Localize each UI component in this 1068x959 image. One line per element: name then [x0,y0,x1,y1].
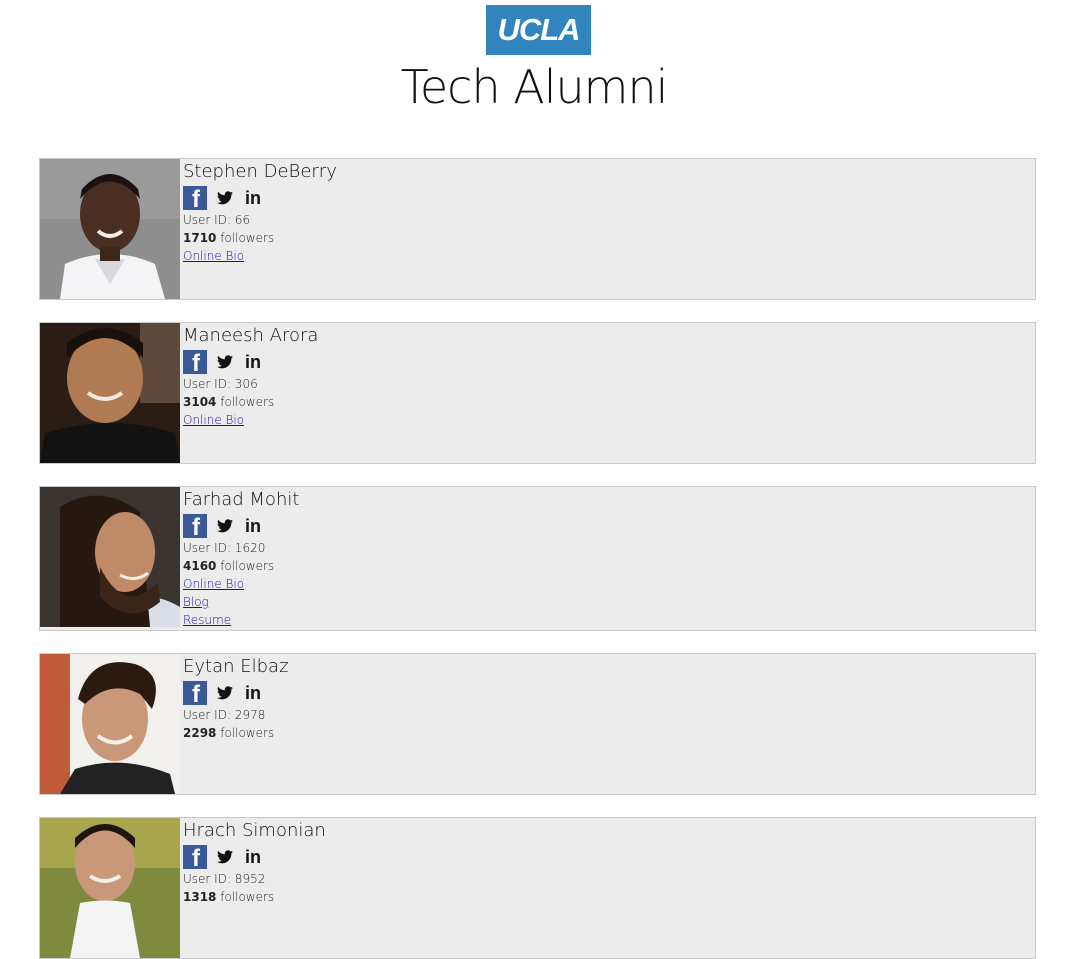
online-bio-link[interactable]: Online Bio [183,575,299,593]
facebook-icon[interactable]: f [183,681,207,705]
profile-photo [40,323,180,463]
linkedin-icon[interactable]: in [245,516,261,537]
followers-label: followers [216,726,275,740]
followers: 3104 followers [183,393,318,411]
profile-name: Eytan Elbaz [183,656,289,677]
followers-count: 1318 [183,890,217,904]
followers-label: followers [216,395,275,409]
page-title: Tech Alumni [400,60,669,114]
social-links: f in [183,513,299,539]
profile-card: Eytan Elbaz f in User ID: 2978 2298 foll… [39,653,1036,795]
twitter-icon[interactable] [217,686,233,700]
profile-photo [40,159,180,299]
followers: 1318 followers [183,888,326,906]
followers-count: 2298 [183,726,217,740]
followers: 4160 followers [183,557,299,575]
profile-photo [40,818,180,958]
facebook-icon[interactable]: f [183,845,207,869]
twitter-icon[interactable] [217,191,233,205]
followers-label: followers [216,890,275,904]
social-links: f in [183,185,337,211]
profile-card: Maneesh Arora f in User ID: 306 3104 fol… [39,322,1036,464]
followers-label: followers [216,231,275,245]
followers-count: 1710 [183,231,217,245]
online-bio-link[interactable]: Online Bio [183,411,318,429]
user-id: User ID: 66 [183,213,251,227]
linkedin-icon[interactable]: in [245,352,261,373]
twitter-icon[interactable] [217,519,233,533]
followers-count: 4160 [183,559,217,573]
ucla-logo[interactable]: UCLA [486,5,591,55]
profile-photo [40,487,180,627]
profile-name: Stephen DeBerry [183,161,337,182]
followers: 1710 followers [183,229,337,247]
followers: 2298 followers [183,724,289,742]
linkedin-icon[interactable]: in [245,188,261,209]
twitter-icon[interactable] [217,850,233,864]
followers-label: followers [216,559,275,573]
user-id: User ID: 8952 [183,872,266,886]
social-links: f in [183,680,289,706]
blog-link[interactable]: Blog [183,593,299,611]
facebook-icon[interactable]: f [183,186,207,210]
social-links: f in [183,844,326,870]
profile-name: Hrach Simonian [183,820,326,841]
profile-name: Farhad Mohit [183,489,300,510]
followers-count: 3104 [183,395,217,409]
profile-card: Stephen DeBerry f in User ID: 66 1710 fo… [39,158,1036,300]
social-links: f in [183,349,318,375]
profile-name: Maneesh Arora [183,325,319,346]
twitter-icon[interactable] [217,355,233,369]
user-id: User ID: 1620 [183,541,266,555]
user-id: User ID: 2978 [183,708,266,722]
facebook-icon[interactable]: f [183,350,207,374]
profile-card: Hrach Simonian f in User ID: 8952 1318 f… [39,817,1036,959]
linkedin-icon[interactable]: in [245,847,261,868]
profile-photo [40,654,180,794]
linkedin-icon[interactable]: in [245,683,261,704]
user-id: User ID: 306 [183,377,258,391]
facebook-icon[interactable]: f [183,514,207,538]
resume-link[interactable]: Resume [183,611,299,629]
online-bio-link[interactable]: Online Bio [183,247,337,265]
profile-card: Farhad Mohit f in User ID: 1620 4160 fol… [39,486,1036,631]
